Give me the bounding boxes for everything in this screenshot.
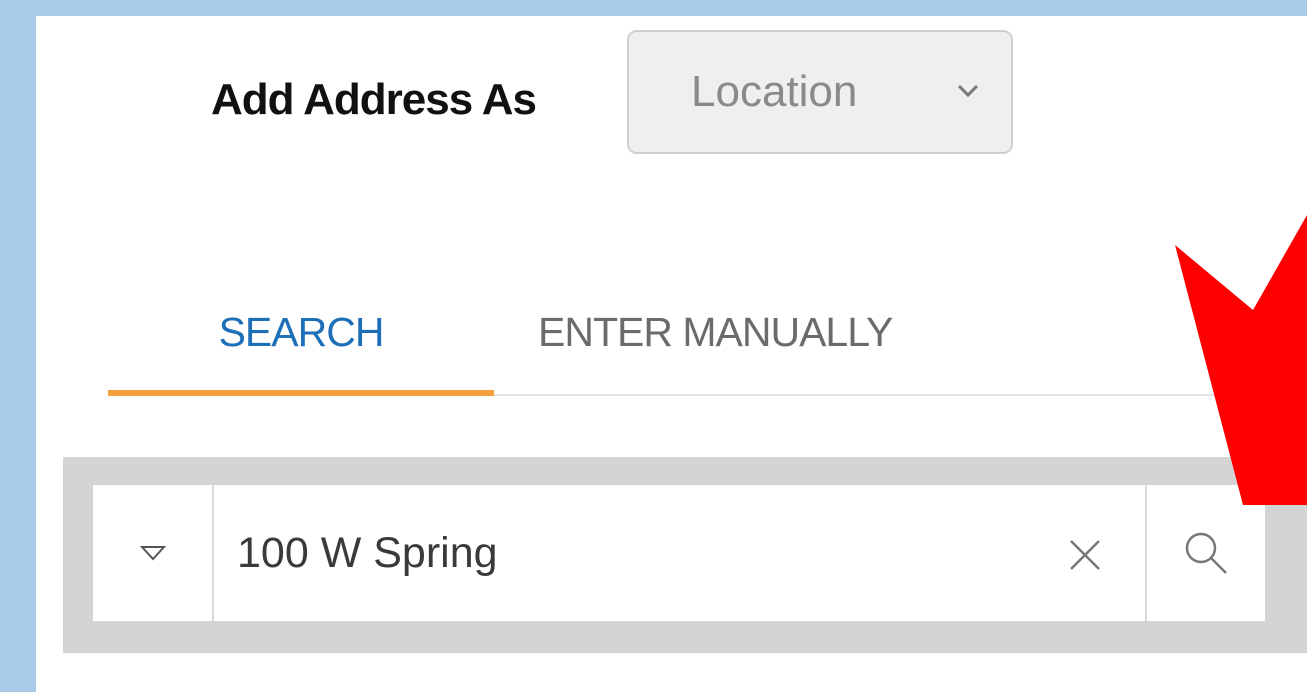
close-icon: [1070, 540, 1100, 570]
tab-search[interactable]: SEARCH: [108, 270, 494, 394]
clear-search-button[interactable]: [1050, 520, 1120, 590]
address-tabs: SEARCH ENTER MANUALLY: [108, 270, 1307, 396]
tab-enter-manually[interactable]: ENTER MANUALLY: [538, 270, 1038, 394]
address-type-select[interactable]: Location: [627, 30, 1013, 154]
address-type-selected-value: Location: [691, 67, 858, 116]
filter-divider: [212, 485, 214, 621]
chevron-down-icon: [957, 84, 979, 98]
add-address-as-label: Add Address As: [211, 75, 537, 124]
search-icon: [1185, 532, 1227, 574]
active-tab-indicator: [108, 390, 494, 396]
address-search-input[interactable]: [237, 500, 1037, 606]
triangle-down-icon: [140, 546, 166, 561]
annotation-arrow-icon: [1175, 215, 1307, 505]
search-filter-dropdown[interactable]: [93, 485, 213, 621]
